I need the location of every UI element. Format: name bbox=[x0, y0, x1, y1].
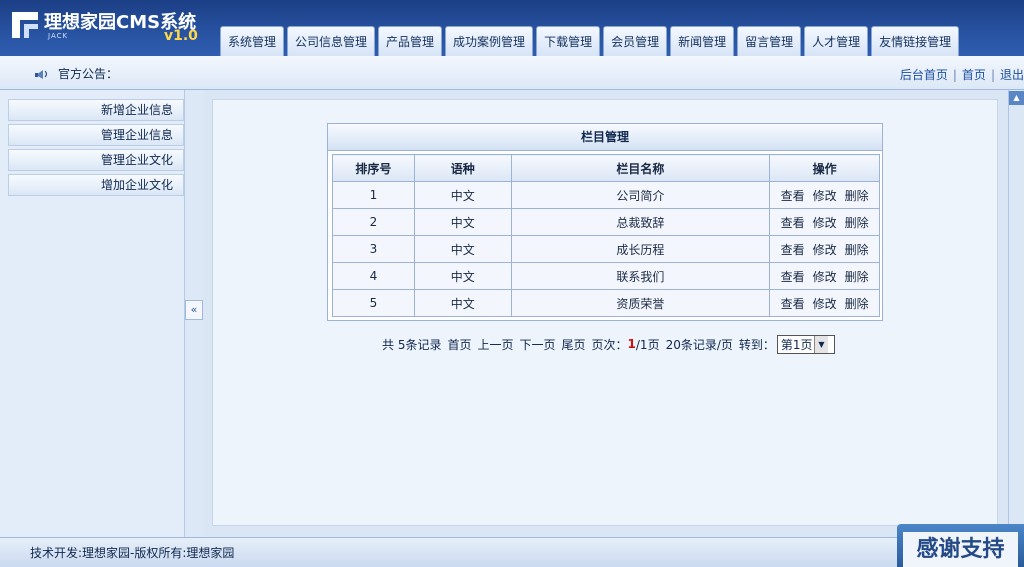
edit-link[interactable]: 修改 bbox=[813, 189, 837, 203]
sidebar-item-manage-culture[interactable]: 管理企业文化 bbox=[8, 149, 184, 171]
delete-link[interactable]: 删除 bbox=[845, 189, 869, 203]
thanks-badge: 感谢支持 bbox=[897, 524, 1024, 567]
page-select[interactable]: 第1页 ▼ bbox=[776, 334, 835, 354]
home-link[interactable]: 首页 bbox=[962, 66, 986, 83]
dropdown-arrow-icon: ▼ bbox=[813, 335, 828, 353]
row-actions: 查看 修改 删除 bbox=[769, 289, 880, 317]
header-bar: 理想家园CMS系统 JACK v1.0 系统管理 公司信息管理 产品管理 成功案… bbox=[0, 0, 1024, 56]
row-order: 2 bbox=[332, 208, 415, 236]
top-links: 后台首页 | 首页 | 退出 bbox=[900, 66, 1024, 83]
view-link[interactable]: 查看 bbox=[781, 297, 805, 311]
logo: 理想家园CMS系统 JACK v1.0 bbox=[12, 8, 212, 48]
row-actions: 查看 修改 删除 bbox=[769, 181, 880, 209]
copyright-text: 技术开发:理想家园-版权所有:理想家园 bbox=[30, 546, 235, 560]
row-name: 总裁致辞 bbox=[510, 208, 771, 236]
total-pages: /1页 bbox=[635, 337, 660, 352]
edit-link[interactable]: 修改 bbox=[813, 297, 837, 311]
link-separator: | bbox=[952, 67, 957, 82]
main-nav: 系统管理 公司信息管理 产品管理 成功案例管理 下载管理 会员管理 新闻管理 留… bbox=[220, 26, 960, 56]
row-language: 中文 bbox=[413, 181, 512, 209]
notice-bar: 官方公告： 后台首页 | 首页 | 退出 bbox=[0, 56, 1024, 90]
table-row: 5 中文 资质荣誉 查看 修改 删除 bbox=[332, 289, 880, 317]
goto-label: 转到： bbox=[738, 337, 775, 352]
row-order: 3 bbox=[332, 235, 415, 263]
row-actions: 查看 修改 删除 bbox=[769, 262, 880, 290]
footer: 技术开发:理想家园-版权所有:理想家园 bbox=[0, 537, 1024, 567]
scrollbar[interactable]: ▲ bbox=[1008, 90, 1024, 537]
nav-tab-products[interactable]: 产品管理 bbox=[378, 26, 443, 56]
table-row: 2 中文 总裁致辞 查看 修改 删除 bbox=[332, 208, 880, 236]
logo-mark-icon bbox=[12, 12, 38, 38]
announcement-icon bbox=[35, 70, 48, 79]
prev-page-link[interactable]: 上一页 bbox=[477, 336, 513, 353]
delete-link[interactable]: 删除 bbox=[845, 243, 869, 257]
edit-link[interactable]: 修改 bbox=[813, 216, 837, 230]
thanks-badge-text: 感谢支持 bbox=[903, 532, 1018, 567]
view-link[interactable]: 查看 bbox=[781, 216, 805, 230]
pagination: 共 5条记录 首页 上一页 下一页 尾页 页次： 1 /1页 20条记录/页 转… bbox=[382, 334, 835, 354]
logout-link[interactable]: 退出 bbox=[1000, 66, 1024, 83]
delete-link[interactable]: 删除 bbox=[845, 270, 869, 284]
notice-label: 官方公告： bbox=[58, 67, 119, 81]
row-order: 4 bbox=[332, 262, 415, 290]
nav-tab-downloads[interactable]: 下载管理 bbox=[536, 26, 601, 56]
row-actions: 查看 修改 删除 bbox=[769, 208, 880, 236]
column-header-language: 语种 bbox=[413, 154, 512, 182]
column-header-order: 排序号 bbox=[332, 154, 415, 182]
row-order: 5 bbox=[332, 289, 415, 317]
row-language: 中文 bbox=[413, 235, 512, 263]
row-name: 公司简介 bbox=[510, 181, 771, 209]
nav-tab-cases[interactable]: 成功案例管理 bbox=[445, 26, 534, 56]
edit-link[interactable]: 修改 bbox=[813, 243, 837, 257]
app-version: v1.0 bbox=[164, 28, 198, 44]
row-language: 中文 bbox=[413, 262, 512, 290]
next-page-link[interactable]: 下一页 bbox=[519, 336, 555, 353]
delete-link[interactable]: 删除 bbox=[845, 297, 869, 311]
table-row: 4 中文 联系我们 查看 修改 删除 bbox=[332, 262, 880, 290]
table-row: 1 中文 公司简介 查看 修改 删除 bbox=[332, 181, 880, 209]
link-separator: | bbox=[990, 67, 995, 82]
sidebar: 新增企业信息 管理企业信息 管理企业文化 增加企业文化 bbox=[0, 90, 185, 537]
row-actions: 查看 修改 删除 bbox=[769, 235, 880, 263]
nav-tab-members[interactable]: 会员管理 bbox=[603, 26, 668, 56]
row-language: 中文 bbox=[413, 208, 512, 236]
sidebar-item-add-culture[interactable]: 增加企业文化 bbox=[8, 174, 184, 196]
row-name: 联系我们 bbox=[510, 262, 771, 290]
page-label: 页次： bbox=[591, 337, 628, 352]
column-management-panel: 栏目管理 排序号 语种 栏目名称 操作 1 中文 公司简介 查看修改删除 2 bbox=[327, 123, 883, 321]
column-table: 排序号 语种 栏目名称 操作 1 中文 公司简介 查看 修改 删除 2 中文 总裁致… bbox=[332, 154, 880, 317]
sidebar-collapse-button[interactable]: « bbox=[185, 300, 203, 320]
per-page: 20条记录/页 bbox=[665, 337, 733, 352]
row-name: 资质荣誉 bbox=[510, 289, 771, 317]
first-page-link[interactable]: 首页 bbox=[447, 336, 471, 353]
view-link[interactable]: 查看 bbox=[781, 243, 805, 257]
nav-tab-messages[interactable]: 留言管理 bbox=[737, 26, 802, 56]
last-page-link[interactable]: 尾页 bbox=[562, 336, 586, 353]
view-link[interactable]: 查看 bbox=[781, 189, 805, 203]
edit-link[interactable]: 修改 bbox=[813, 270, 837, 284]
table-header-row: 排序号 语种 栏目名称 操作 bbox=[332, 154, 880, 182]
row-order: 1 bbox=[332, 181, 415, 209]
total-records: 共 5条记录 bbox=[382, 337, 442, 352]
app-subtitle: JACK bbox=[48, 32, 69, 40]
row-name: 成长历程 bbox=[510, 235, 771, 263]
nav-tab-system[interactable]: 系统管理 bbox=[220, 26, 285, 56]
panel-title: 栏目管理 bbox=[328, 124, 882, 151]
column-header-actions: 操作 bbox=[769, 154, 880, 182]
nav-tab-links[interactable]: 友情链接管理 bbox=[871, 26, 960, 56]
page-select-value: 第1页 bbox=[780, 337, 813, 352]
column-header-name: 栏目名称 bbox=[510, 154, 771, 182]
view-link[interactable]: 查看 bbox=[781, 270, 805, 284]
table-row: 3 中文 成长历程 查看 修改 删除 bbox=[332, 235, 880, 263]
delete-link[interactable]: 删除 bbox=[845, 216, 869, 230]
admin-home-link[interactable]: 后台首页 bbox=[900, 66, 948, 83]
sidebar-item-manage-company-info[interactable]: 管理企业信息 bbox=[8, 124, 184, 146]
row-language: 中文 bbox=[413, 289, 512, 317]
sidebar-item-add-company-info[interactable]: 新增企业信息 bbox=[8, 99, 184, 121]
current-page: 1 bbox=[627, 337, 636, 351]
scroll-up-icon[interactable]: ▲ bbox=[1009, 91, 1024, 105]
nav-tab-news[interactable]: 新闻管理 bbox=[670, 26, 735, 56]
nav-tab-company-info[interactable]: 公司信息管理 bbox=[287, 26, 376, 56]
nav-tab-talent[interactable]: 人才管理 bbox=[804, 26, 869, 56]
